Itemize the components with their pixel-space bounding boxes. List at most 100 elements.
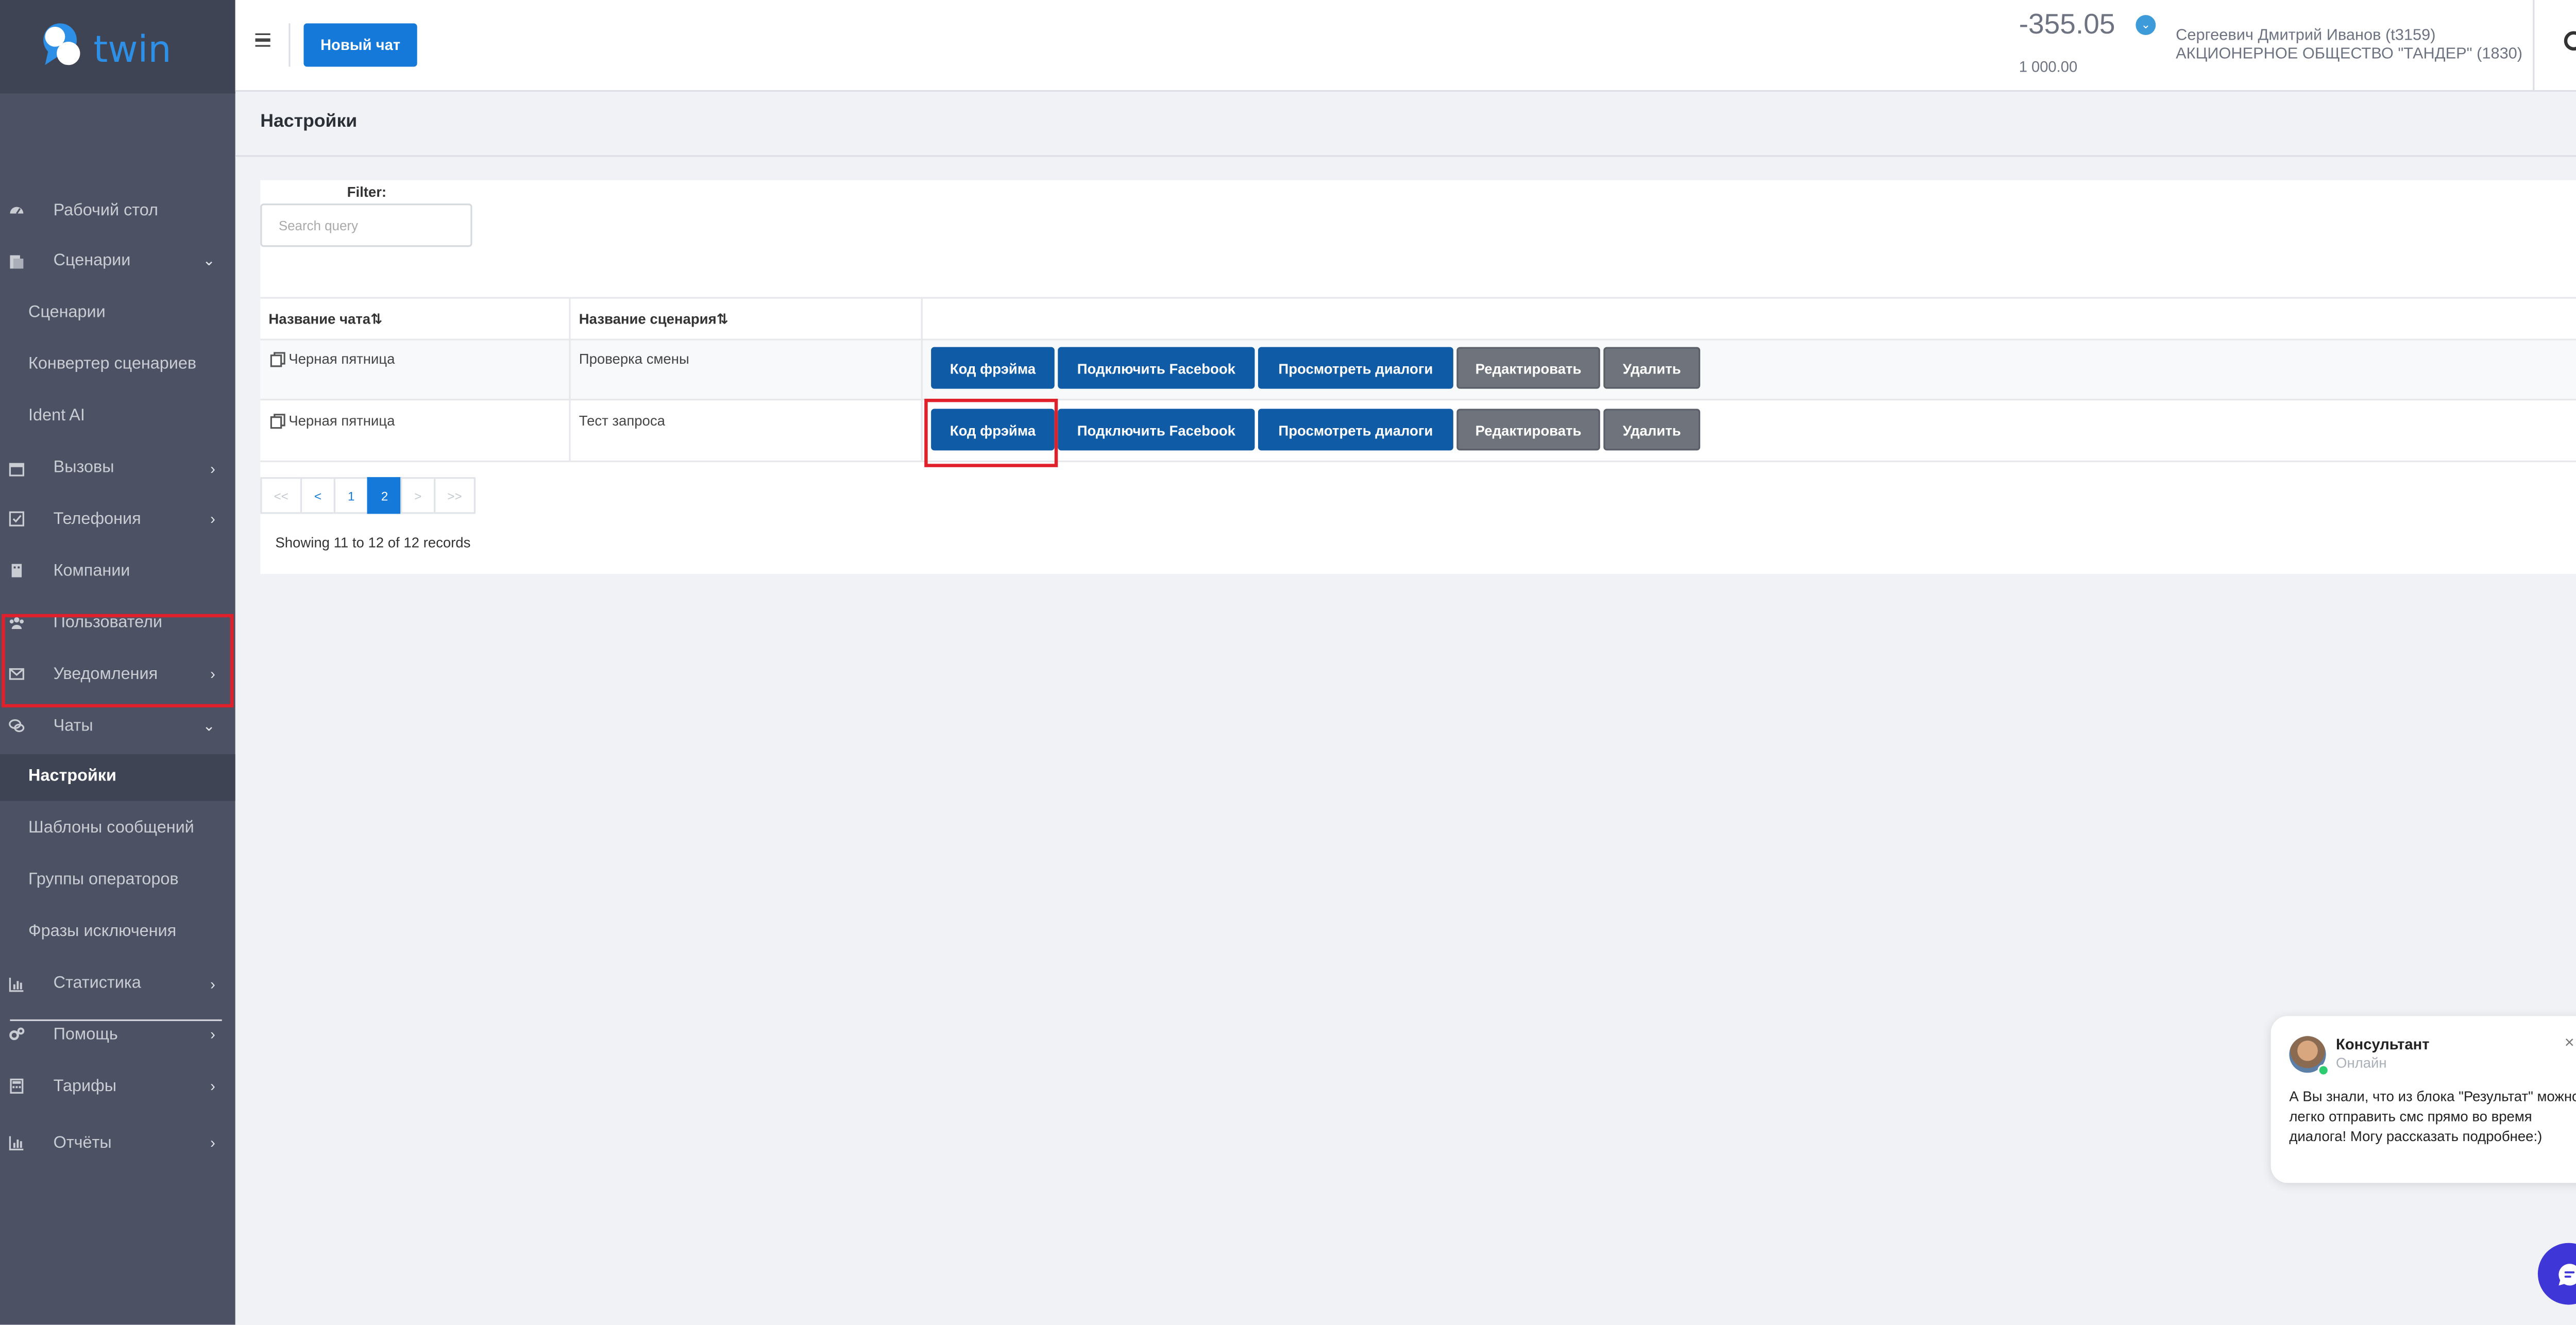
delete-button[interactable]: Удалить xyxy=(1603,409,1701,451)
table-header-border xyxy=(260,338,2576,341)
copy-document-icon[interactable] xyxy=(270,413,285,428)
search-input[interactable]: Search query xyxy=(260,203,472,247)
sidebar-divider xyxy=(10,1019,222,1022)
dashboard-icon xyxy=(8,202,25,218)
cell-scenario-name: Тест запроса xyxy=(579,412,665,429)
sidebar-item-label: Отчёты xyxy=(53,1134,112,1152)
sidebar-subitem-2[interactable]: Сценарии xyxy=(0,290,235,337)
cell-scenario-name: Проверка смены xyxy=(579,350,689,367)
sidebar-item-16[interactable]: Помощь › xyxy=(0,1012,235,1059)
sidebar-item-1[interactable]: Сценарии ⌄ xyxy=(0,239,235,285)
consultant-message: А Вы знали, что из блока "Результат" мож… xyxy=(2289,1088,2576,1145)
table-top-border xyxy=(260,297,2576,299)
balance-dropdown-icon[interactable]: ⌄ xyxy=(2136,15,2156,36)
chat-launcher-button[interactable] xyxy=(2537,1243,2576,1305)
edit-button[interactable]: Редактировать xyxy=(1456,409,1600,451)
connect-facebook-button[interactable]: Подключить Facebook xyxy=(1058,409,1255,451)
sidebar-subitem-13[interactable]: Группы операторов xyxy=(0,857,235,904)
title-divider xyxy=(235,155,2576,157)
sidebar-item-6[interactable]: Телефония › xyxy=(0,496,235,543)
consultant-status: Онлайн xyxy=(2336,1054,2387,1072)
view-dialogs-button[interactable]: Просмотреть диалоги xyxy=(1258,409,1453,451)
chevron-right-icon: › xyxy=(210,1134,215,1152)
scenarios-icon xyxy=(8,253,25,270)
copy-document-icon[interactable] xyxy=(270,351,285,366)
page-prev[interactable]: < xyxy=(300,477,335,514)
chart-icon xyxy=(8,975,25,992)
sidebar-item-label: Фразы исключения xyxy=(28,923,177,941)
sidebar-item-label: Рабочий стол xyxy=(53,201,158,219)
sort-icon[interactable]: ⇅ xyxy=(717,310,728,327)
chevron-right-icon: › xyxy=(210,460,215,477)
consultant-name: Консультант xyxy=(2336,1036,2430,1053)
sidebar-item-5[interactable]: Вызовы › xyxy=(0,445,235,491)
calculator-icon xyxy=(8,1078,25,1095)
sidebar-item-10[interactable]: Чаты ⌄ xyxy=(0,702,235,749)
calendar-icon xyxy=(8,460,25,476)
chart-icon xyxy=(8,1135,25,1151)
balance-limit: 1 000.00 xyxy=(2019,58,2078,75)
search-icon[interactable] xyxy=(2563,30,2576,65)
sidebar: twin Рабочий стол Сценарии ⌄ Сценарии Конвер… xyxy=(0,0,235,1325)
sidebar-item-label: Компании xyxy=(53,562,130,581)
page-title: Настройки xyxy=(260,111,358,132)
page-2[interactable]: 2 xyxy=(367,477,402,514)
settings-panel: Filter: Search query Название чата⇅ Назв… xyxy=(260,180,2576,574)
chevron-right-icon: › xyxy=(210,975,215,992)
header-divider-right xyxy=(2533,0,2535,92)
sidebar-item-label: Вызовы xyxy=(53,458,114,478)
column-header-chat-name[interactable]: Название чата⇅ xyxy=(268,310,382,329)
records-info: Showing 11 to 12 of 12 records xyxy=(275,534,471,551)
sidebar-subitem-3[interactable]: Конвертер сценариев xyxy=(0,342,235,388)
chevron-right-icon: › xyxy=(210,1078,215,1095)
page-next[interactable]: > xyxy=(400,477,436,514)
sidebar-subitem-11[interactable]: Настройки xyxy=(0,754,235,801)
sidebar-item-label: Чаты xyxy=(53,716,93,735)
user-info[interactable]: Сергеевич Дмитрий Иванов (t3159) АКЦИОНЕ… xyxy=(2176,27,2522,63)
sidebar-item-label: Шаблоны сообщений xyxy=(28,820,194,838)
close-icon[interactable]: × xyxy=(2565,1034,2574,1053)
sort-icon[interactable]: ⇅ xyxy=(370,310,382,327)
view-dialogs-button[interactable]: Просмотреть диалоги xyxy=(1258,347,1453,389)
logo-text: twin xyxy=(93,28,171,71)
building-icon xyxy=(8,563,25,579)
sidebar-item-label: Группы операторов xyxy=(28,871,179,890)
highlight-box-chats xyxy=(2,614,234,708)
new-chat-button[interactable]: Новый чат xyxy=(303,23,417,67)
chevron-down-icon: ⌄ xyxy=(202,716,215,734)
sidebar-item-label: Статистика xyxy=(53,974,141,993)
filter-label: Filter: xyxy=(347,183,387,200)
chevron-right-icon: › xyxy=(210,1027,215,1044)
logo-bubble-icon xyxy=(42,23,79,65)
consultant-popup[interactable]: Консультант Онлайн × А Вы знали, что из … xyxy=(2270,1016,2576,1183)
sidebar-item-label: Тарифы xyxy=(53,1077,117,1096)
sidebar-subitem-14[interactable]: Фразы исключения xyxy=(0,909,235,956)
page-1[interactable]: 1 xyxy=(333,477,369,514)
edit-button[interactable]: Редактировать xyxy=(1456,347,1600,389)
table-bottom-border xyxy=(260,460,2576,463)
page-first[interactable]: << xyxy=(260,477,302,514)
sidebar-item-18[interactable]: Отчёты › xyxy=(0,1120,235,1167)
menu-burger-icon[interactable] xyxy=(255,33,270,50)
check-square-icon xyxy=(8,511,25,528)
user-name: Сергеевич Дмитрий Иванов (t3159) xyxy=(2176,26,2436,45)
frame-code-button[interactable]: Код фрэйма xyxy=(931,347,1055,389)
sidebar-item-label: Настройки xyxy=(28,768,116,787)
sidebar-item-0[interactable]: Рабочий стол xyxy=(0,187,235,234)
sidebar-item-15[interactable]: Статистика › xyxy=(0,960,235,1007)
sidebar-subitem-12[interactable]: Шаблоны сообщений xyxy=(0,806,235,853)
sidebar-item-7[interactable]: Компании xyxy=(0,548,235,594)
sidebar-item-label: Ident AI xyxy=(28,407,85,426)
top-header: Новый чат -355.05 ⌄ 1 000.00 Сергеевич Д… xyxy=(235,0,2576,92)
connect-facebook-button[interactable]: Подключить Facebook xyxy=(1058,347,1255,389)
gears-icon xyxy=(8,1027,25,1043)
page-last[interactable]: >> xyxy=(434,477,476,514)
sidebar-item-label: Сценарии xyxy=(53,252,131,271)
sidebar-item-17[interactable]: Тарифы › xyxy=(0,1063,235,1110)
chat-bubble-icon xyxy=(2557,1263,2576,1285)
highlight-box-frame-code xyxy=(924,399,1058,467)
brand-logo[interactable]: twin xyxy=(0,0,235,94)
sidebar-subitem-4[interactable]: Ident AI xyxy=(0,393,235,440)
column-header-scenario-name[interactable]: Название сценария⇅ xyxy=(579,310,728,329)
delete-button[interactable]: Удалить xyxy=(1603,347,1701,389)
